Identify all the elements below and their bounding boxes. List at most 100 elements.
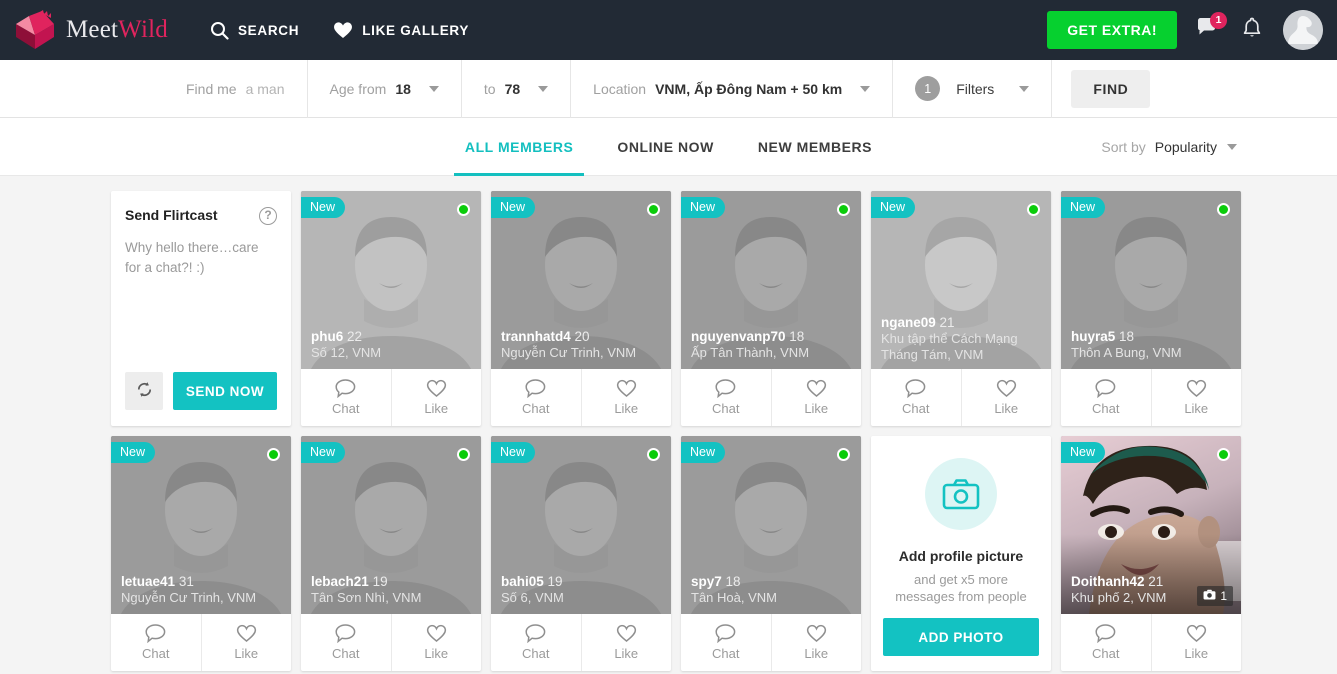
profile-name: trannhatd4 <box>501 329 571 344</box>
like-button[interactable]: Like <box>1150 614 1242 671</box>
refresh-icon <box>135 380 154 402</box>
profile-card[interactable]: New trannhatd4 20 Nguyễn Cư Trinh, VNM C… <box>491 191 671 426</box>
profile-card[interactable]: New spy7 18 Tân Hoà, VNM Chat Like <box>681 436 861 671</box>
send-now-button[interactable]: SEND NOW <box>173 372 277 410</box>
profile-card[interactable]: New phu6 22 Số 12, VNM Chat Like <box>301 191 481 426</box>
chevron-down-icon[interactable] <box>1227 144 1237 150</box>
question-mark-icon[interactable]: ? <box>259 207 277 225</box>
new-badge: New <box>491 442 536 463</box>
profile-photo[interactable]: New phu6 22 Số 12, VNM <box>301 191 481 369</box>
chat-button[interactable]: Chat <box>491 369 581 426</box>
profile-card[interactable]: New Doithanh42 21 Khu phố 2, VNM 1 Chat … <box>1061 436 1241 671</box>
chevron-down-icon[interactable] <box>538 85 549 92</box>
like-button[interactable]: Like <box>580 369 672 426</box>
chat-button[interactable]: Chat <box>111 614 201 671</box>
profile-meta: trannhatd4 20 Nguyễn Cư Trinh, VNM <box>501 328 661 361</box>
chat-label: Chat <box>332 646 360 661</box>
like-button[interactable]: Like <box>390 369 482 426</box>
chat-label: Chat <box>332 401 360 416</box>
age-to-field[interactable]: to 78 <box>462 59 572 118</box>
profile-meta: bahi05 19 Số 6, VNM <box>501 573 661 606</box>
like-button[interactable]: Like <box>580 614 672 671</box>
chat-button[interactable]: Chat <box>871 369 961 426</box>
like-label: Like <box>424 646 449 661</box>
chat-label: Chat <box>902 401 930 416</box>
profile-meta: letuae41 31 Nguyễn Cư Trinh, VNM <box>121 573 281 606</box>
profile-age: 19 <box>547 574 563 589</box>
sort-by-select[interactable]: Sort by Popularity <box>1101 118 1237 176</box>
nav-like-gallery[interactable]: LIKE GALLERY <box>333 0 469 60</box>
tab-online-now[interactable]: ONLINE NOW <box>595 118 736 176</box>
like-button[interactable]: Like <box>390 614 482 671</box>
age-from-field[interactable]: Age from 18 <box>308 59 462 118</box>
chat-button[interactable]: Chat <box>681 614 771 671</box>
tab-new-members[interactable]: NEW MEMBERS <box>736 118 894 176</box>
like-button[interactable]: Like <box>200 614 292 671</box>
location-field[interactable]: Location VNM, Ấp Đông Nam + 50 km <box>571 59 894 118</box>
chat-button[interactable]: Chat <box>301 369 391 426</box>
profile-photo[interactable]: New ngane09 21 Khu tập thể Cách Mạng Thá… <box>871 191 1051 369</box>
profile-photo[interactable]: New huyra5 18 Thôn A Bung, VNM <box>1061 191 1241 369</box>
profile-photo[interactable]: New spy7 18 Tân Hoà, VNM <box>681 436 861 614</box>
new-badge: New <box>681 442 726 463</box>
profile-meta: nguyenvanp70 18 Ấp Tân Thành, VNM <box>691 328 851 361</box>
profile-age: 18 <box>789 329 805 344</box>
card-actions: Chat Like <box>491 614 671 671</box>
like-label: Like <box>1184 646 1209 661</box>
profile-photo[interactable]: New nguyenvanp70 18 Ấp Tân Thành, VNM <box>681 191 861 369</box>
age-from-value: 18 <box>395 80 411 97</box>
messages-badge: 1 <box>1210 12 1227 29</box>
like-button[interactable]: Like <box>770 369 862 426</box>
profile-photo[interactable]: New Doithanh42 21 Khu phố 2, VNM 1 <box>1061 436 1241 614</box>
chevron-down-icon[interactable] <box>428 85 439 92</box>
flirtcast-refresh-button[interactable] <box>125 372 163 410</box>
online-status-dot <box>1217 448 1230 461</box>
chat-button[interactable]: Chat <box>1061 369 1151 426</box>
profile-name: huyra5 <box>1071 329 1116 344</box>
new-badge: New <box>871 197 916 218</box>
find-button[interactable]: FIND <box>1071 69 1151 108</box>
messages-button[interactable]: 1 <box>1195 12 1227 45</box>
profile-card[interactable]: New letuae41 31 Nguyễn Cư Trinh, VNM Cha… <box>111 436 291 671</box>
chat-button[interactable]: Chat <box>681 369 771 426</box>
chevron-down-icon[interactable] <box>860 85 871 92</box>
flirtcast-card: Send Flirtcast ? Why hello there…care fo… <box>111 191 291 426</box>
profile-age: 21 <box>1148 574 1164 589</box>
flirtcast-message[interactable]: Why hello there…care for a chat?! :) <box>125 238 277 278</box>
online-status-dot <box>267 448 280 461</box>
chat-button[interactable]: Chat <box>301 614 391 671</box>
profile-photo[interactable]: New trannhatd4 20 Nguyễn Cư Trinh, VNM <box>491 191 671 369</box>
profile-name: ngane09 <box>881 315 936 330</box>
profile-photo[interactable]: New lebach21 19 Tân Sơn Nhì, VNM <box>301 436 481 614</box>
filters-field[interactable]: 1 Filters <box>893 59 1053 118</box>
new-badge: New <box>1061 197 1106 218</box>
profile-card[interactable]: New huyra5 18 Thôn A Bung, VNM Chat Like <box>1061 191 1241 426</box>
profile-age: 18 <box>1119 329 1135 344</box>
profile-card[interactable]: New lebach21 19 Tân Sơn Nhì, VNM Chat Li… <box>301 436 481 671</box>
tab-all-members[interactable]: ALL MEMBERS <box>443 118 595 176</box>
get-extra-button[interactable]: GET EXTRA! <box>1047 11 1177 49</box>
chat-label: Chat <box>1092 401 1120 416</box>
chevron-down-icon[interactable] <box>1019 85 1030 92</box>
profile-photo[interactable]: New letuae41 31 Nguyễn Cư Trinh, VNM <box>111 436 291 614</box>
profile-name: phu6 <box>311 329 344 344</box>
online-status-dot <box>457 448 470 461</box>
add-photo-button[interactable]: ADD PHOTO <box>883 618 1039 656</box>
profile-card[interactable]: New bahi05 19 Số 6, VNM Chat Like <box>491 436 671 671</box>
like-button[interactable]: Like <box>1150 369 1242 426</box>
find-me-field[interactable]: Find me a man <box>186 59 308 118</box>
like-button[interactable]: Like <box>960 369 1052 426</box>
notifications-button[interactable] <box>1239 15 1265 45</box>
like-label: Like <box>614 401 639 416</box>
profile-card[interactable]: New ngane09 21 Khu tập thể Cách Mạng Thá… <box>871 191 1051 426</box>
chat-button[interactable]: Chat <box>1061 614 1151 671</box>
heart-outline-icon <box>426 379 447 398</box>
chat-label: Chat <box>522 401 550 416</box>
profile-card[interactable]: New nguyenvanp70 18 Ấp Tân Thành, VNM Ch… <box>681 191 861 426</box>
profile-photo[interactable]: New bahi05 19 Số 6, VNM <box>491 436 671 614</box>
like-button[interactable]: Like <box>770 614 862 671</box>
logo[interactable]: MeetWild <box>12 10 168 50</box>
avatar[interactable] <box>1283 10 1323 50</box>
nav-search[interactable]: SEARCH <box>210 0 299 60</box>
chat-button[interactable]: Chat <box>491 614 581 671</box>
